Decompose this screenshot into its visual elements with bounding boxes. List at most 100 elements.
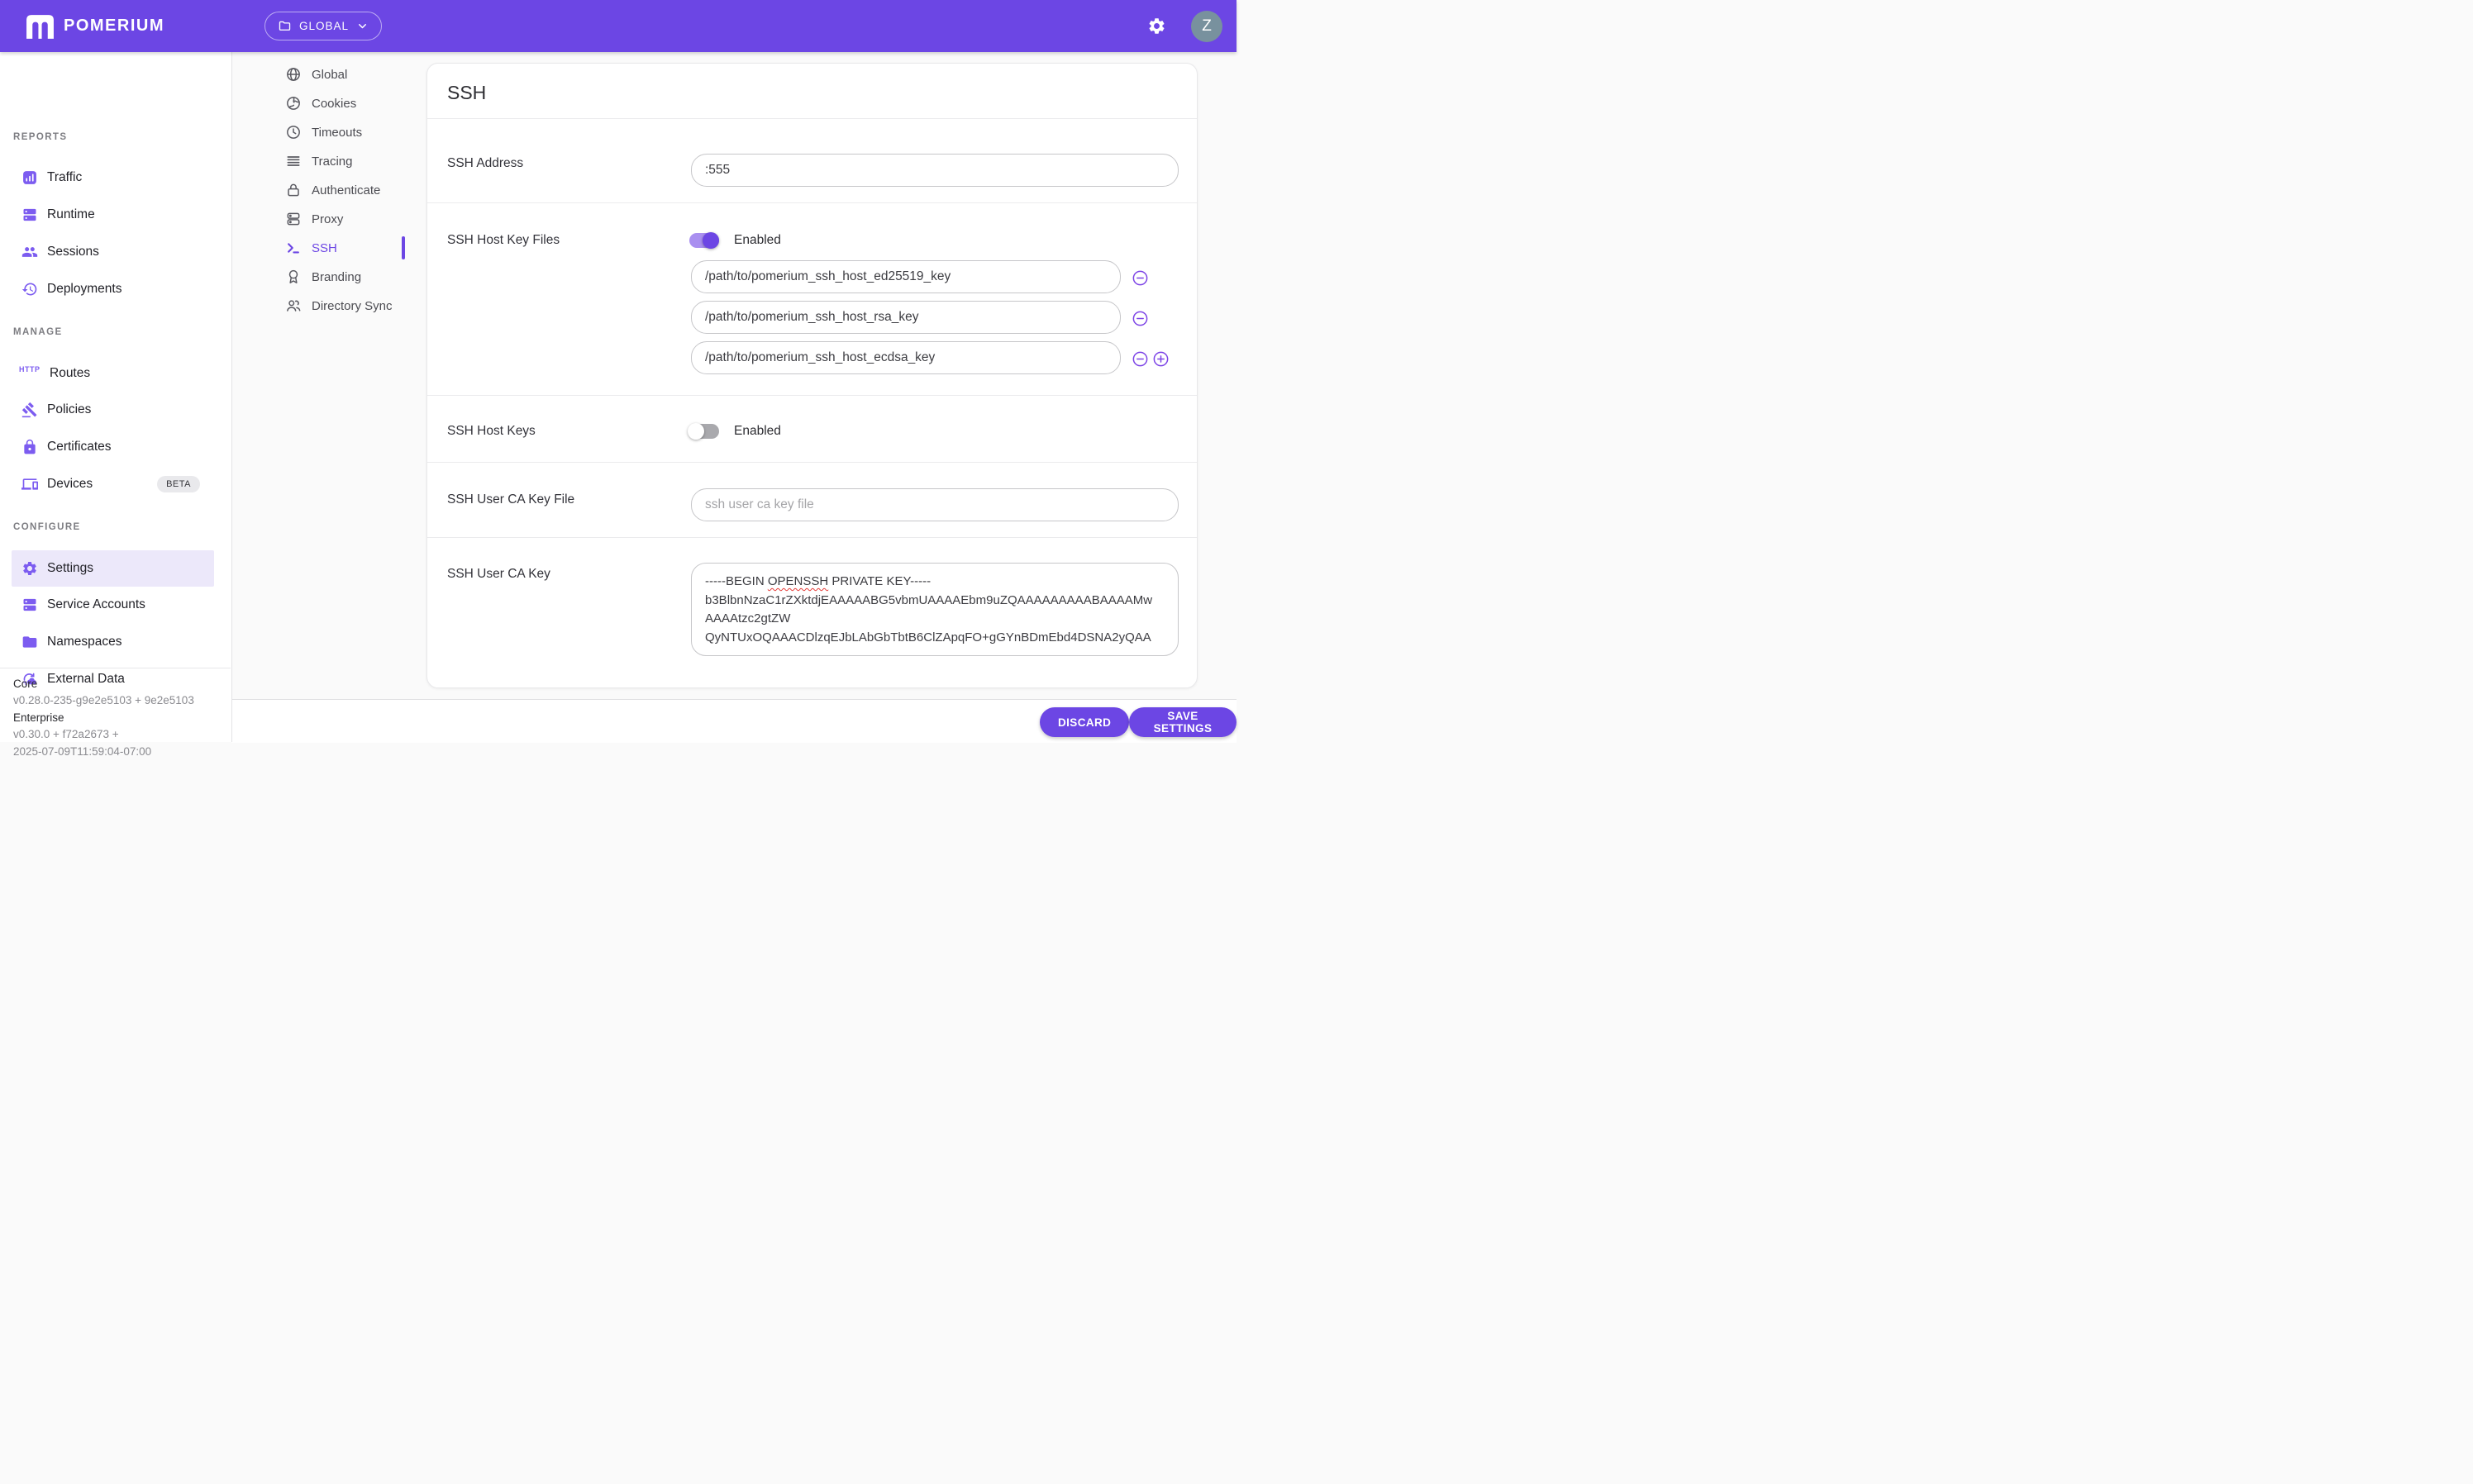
version-footer: Core v0.28.0-235-g9e2e5103 + 9e2e5103 En… — [0, 668, 231, 742]
lock-icon — [21, 439, 38, 455]
sidebar-item-settings[interactable]: Settings — [12, 550, 214, 587]
ssh-address-input[interactable] — [691, 154, 1179, 187]
folder-icon — [278, 19, 292, 33]
enterprise-label: Enterprise — [13, 710, 231, 726]
discard-button[interactable]: DISCARD — [1040, 707, 1129, 737]
gear-icon — [1147, 17, 1166, 36]
sidebar-section-manage: MANAGE — [13, 327, 63, 337]
sidebar-item-certificates[interactable]: Certificates — [0, 429, 208, 465]
sidebar-item-label: Sessions — [47, 245, 99, 259]
devices-icon — [21, 476, 38, 492]
save-settings-button[interactable]: SAVE SETTINGS — [1129, 707, 1236, 737]
http-icon: HTTP — [19, 365, 41, 382]
subnav-item-global[interactable]: Global — [231, 60, 426, 88]
subnav-item-cookies[interactable]: Cookies — [231, 89, 426, 117]
subnav-item-timeouts[interactable]: Timeouts — [231, 118, 426, 146]
sidebar-item-label: Namespaces — [47, 635, 122, 649]
namespace-switcher-button[interactable]: GLOBAL — [264, 12, 382, 40]
ssh-host-key-files-toggle[interactable] — [688, 231, 721, 250]
avatar[interactable]: Z — [1191, 11, 1222, 42]
subnav-item-label: Tracing — [312, 155, 352, 169]
ssh-host-key-file-input-3[interactable] — [691, 341, 1121, 374]
action-bar: DISCARD SAVE SETTINGS — [231, 699, 1236, 743]
lock-outline-icon — [285, 182, 302, 198]
server-icon — [21, 207, 38, 223]
gavel-icon — [21, 402, 38, 418]
ca-key-line: b3BlbnNzaC1rZXktdjEAAAAABG5vbmUAAAAEbm9u… — [705, 592, 1165, 611]
beta-badge: BETA — [157, 476, 200, 492]
folder-icon — [21, 634, 38, 650]
sidebar-item-runtime[interactable]: Runtime — [0, 197, 208, 233]
subnav-item-proxy[interactable]: Proxy — [231, 205, 426, 233]
ca-key-line: AAAAtzc2gtZW — [705, 610, 1165, 629]
subnav-item-label: Timeouts — [312, 126, 362, 140]
ssh-user-ca-key-textarea[interactable]: -----BEGIN OPENSSH PRIVATE KEY----- b3Bl… — [691, 563, 1179, 656]
ssh-host-keys-toggle-label: Enabled — [734, 423, 781, 440]
sidebar-item-routes[interactable]: HTTP Routes — [0, 355, 208, 392]
sidebar-item-label: Deployments — [47, 282, 122, 297]
subnav-item-label: Authenticate — [312, 183, 380, 197]
sidebar-item-label: Devices — [47, 477, 93, 492]
pomerium-logo-icon — [25, 13, 55, 39]
ssh-host-keys-label: SSH Host Keys — [447, 423, 536, 440]
spellcheck-word: OPENSSH — [768, 574, 828, 588]
plus-circle-icon — [1152, 350, 1170, 368]
enterprise-timestamp: 2025-07-09T11:59:04-07:00 — [13, 744, 231, 760]
subnav-item-label: Cookies — [312, 97, 356, 111]
remove-host-key-file-button[interactable] — [1132, 350, 1150, 368]
divider — [427, 395, 1197, 396]
cookie-icon — [285, 95, 302, 112]
ca-key-line: QyNTUxOQAAACDlzqEJbLAbGbTbtB6ClZApqFO+gG… — [705, 629, 1165, 648]
ssh-host-keys-toggle[interactable] — [688, 421, 721, 441]
ssh-host-key-file-input-1[interactable] — [691, 260, 1121, 293]
brand-name: POMERIUM — [64, 17, 164, 36]
subnav-item-label: Proxy — [312, 212, 343, 226]
divider — [427, 462, 1197, 463]
subnav-item-label: SSH — [312, 241, 337, 255]
settings-gear-button[interactable] — [1144, 13, 1170, 39]
subnav-item-label: Branding — [312, 270, 361, 284]
bar-chart-icon — [21, 169, 38, 186]
core-version: v0.28.0-235-g9e2e5103 + 9e2e5103 — [13, 692, 231, 709]
brand[interactable]: POMERIUM — [25, 13, 164, 39]
subnav-item-directory-sync[interactable]: Directory Sync — [231, 292, 426, 320]
remove-host-key-file-button[interactable] — [1132, 309, 1150, 327]
sidebar-item-devices[interactable]: Devices BETA — [0, 466, 208, 502]
toggle-thumb — [688, 423, 704, 440]
ssh-host-key-file-input-2[interactable] — [691, 301, 1121, 334]
ssh-host-key-files-toggle-label: Enabled — [734, 232, 781, 249]
subnav-item-ssh[interactable]: SSH — [231, 234, 426, 262]
sidebar-item-namespaces[interactable]: Namespaces — [0, 624, 208, 660]
ssh-user-ca-key-file-input[interactable] — [691, 488, 1179, 521]
people-outline-icon — [285, 297, 302, 314]
avatar-initial: Z — [1202, 17, 1212, 36]
topbar-right: Z — [1144, 0, 1222, 52]
server-outline-icon — [285, 211, 302, 227]
sidebar-item-traffic[interactable]: Traffic — [0, 159, 208, 196]
divider — [427, 118, 1197, 119]
lines-icon — [285, 153, 302, 169]
subnav-item-authenticate[interactable]: Authenticate — [231, 176, 426, 204]
ssh-user-ca-key-label: SSH User CA Key — [447, 566, 550, 583]
sidebar-item-sessions[interactable]: Sessions — [0, 234, 208, 270]
sidebar-item-policies[interactable]: Policies — [0, 392, 208, 428]
sidebar: REPORTS Traffic Runtime Sessions Deploym… — [0, 52, 232, 742]
sidebar-section-reports: REPORTS — [13, 132, 67, 142]
terminal-icon — [285, 240, 302, 256]
chevron-down-icon — [356, 20, 369, 32]
sidebar-item-label: Runtime — [47, 207, 95, 222]
award-icon — [285, 269, 302, 285]
subnav-item-label: Directory Sync — [312, 299, 393, 313]
minus-circle-icon — [1132, 310, 1149, 327]
ca-key-line: -----BEGIN OPENSSH PRIVATE KEY----- — [705, 573, 1165, 592]
sidebar-item-deployments[interactable]: Deployments — [0, 271, 208, 307]
subnav-item-branding[interactable]: Branding — [231, 263, 426, 291]
remove-host-key-file-button[interactable] — [1132, 269, 1150, 287]
globe-icon — [285, 66, 302, 83]
subnav-item-tracing[interactable]: Tracing — [231, 147, 426, 175]
server-icon — [21, 597, 38, 613]
history-icon — [21, 281, 38, 297]
ssh-host-key-files-label: SSH Host Key Files — [447, 232, 560, 249]
sidebar-item-service-accounts[interactable]: Service Accounts — [0, 587, 208, 623]
add-host-key-file-button[interactable] — [1152, 350, 1170, 368]
